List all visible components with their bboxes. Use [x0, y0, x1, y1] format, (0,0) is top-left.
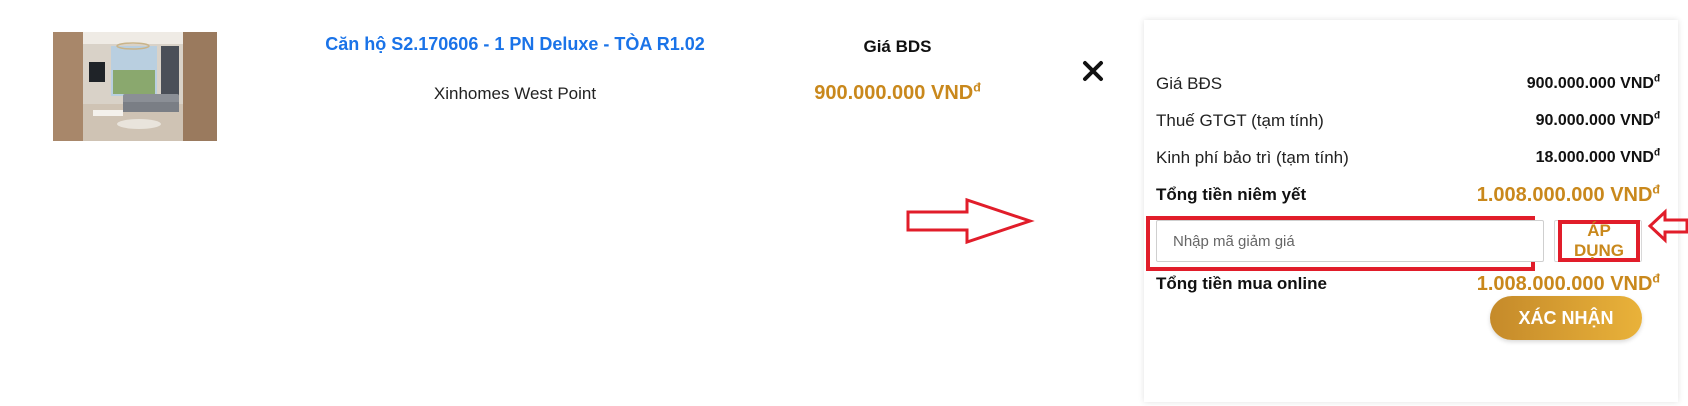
- row-value: 1.008.000.000 VNDđ: [1476, 270, 1660, 296]
- price-label: Giá BDS: [863, 37, 932, 56]
- currency-symbol: đ: [1653, 110, 1660, 122]
- product-thumbnail[interactable]: [53, 32, 217, 141]
- row-label: Thuế GTGT (tạm tính): [1156, 111, 1324, 130]
- row-value-amount: 90.000.000 VND: [1535, 112, 1654, 129]
- apply-coupon-button[interactable]: ÁP DỤNG: [1558, 220, 1640, 262]
- row-value-amount: 1.008.000.000 VND: [1476, 183, 1653, 206]
- product-price-amount: 900.000.000 VND: [814, 82, 974, 104]
- currency-symbol: đ: [1653, 73, 1660, 85]
- row-value-amount: 18.000.000 VND: [1535, 149, 1654, 166]
- coupon-code-input[interactable]: [1156, 220, 1544, 262]
- summary-row-property-price: Giá BĐS 900.000.000 VNDđ: [1156, 71, 1660, 97]
- confirm-button[interactable]: XÁC NHẬN: [1490, 296, 1642, 340]
- row-label: Giá BĐS: [1156, 74, 1223, 93]
- row-value-amount: 900.000.000 VND: [1526, 75, 1654, 92]
- project-name: Xinhomes West Point: [433, 84, 597, 103]
- row-value: 90.000.000 VNDđ: [1535, 110, 1660, 130]
- row-value: 900.000.000 VNDđ: [1526, 73, 1660, 93]
- remove-item-button[interactable]: [1077, 55, 1109, 87]
- currency-symbol: đ: [1652, 181, 1660, 196]
- currency-symbol: đ: [1653, 147, 1660, 159]
- apartment-living-room-photo: [53, 32, 217, 141]
- summary-row-maintenance: Kinh phí bảo trì (tạm tính) 18.000.000 V…: [1156, 145, 1660, 171]
- close-icon: [1083, 61, 1103, 81]
- row-label: Tổng tiền niêm yết: [1156, 185, 1307, 204]
- row-value-amount: 1.008.000.000 VND: [1476, 272, 1653, 295]
- currency-symbol: đ: [1652, 270, 1660, 285]
- summary-row-listed-total: Tổng tiền niêm yết 1.008.000.000 VNDđ: [1156, 182, 1660, 208]
- annotation-arrow-left-icon: [1647, 208, 1688, 244]
- order-summary-panel: Giá BĐS 900.000.000 VNDđ Thuế GTGT (tạm …: [1144, 20, 1678, 402]
- annotation-arrow-right-icon: [906, 197, 1035, 245]
- row-value: 18.000.000 VNDđ: [1535, 147, 1660, 167]
- row-label: Kinh phí bảo trì (tạm tính): [1156, 148, 1349, 167]
- currency-symbol: đ: [973, 80, 981, 95]
- product-name-link[interactable]: Căn hộ S2.170606 - 1 PN Deluxe - TÒA R1.…: [290, 34, 740, 55]
- product-price: 900.000.000 VNDđ: [760, 80, 1035, 105]
- row-label: Tổng tiền mua online: [1156, 274, 1327, 293]
- summary-row-vat: Thuế GTGT (tạm tính) 90.000.000 VNDđ: [1156, 108, 1660, 134]
- row-value: 1.008.000.000 VNDđ: [1476, 181, 1660, 207]
- summary-row-online-total: Tổng tiền mua online 1.008.000.000 VNDđ: [1156, 271, 1660, 297]
